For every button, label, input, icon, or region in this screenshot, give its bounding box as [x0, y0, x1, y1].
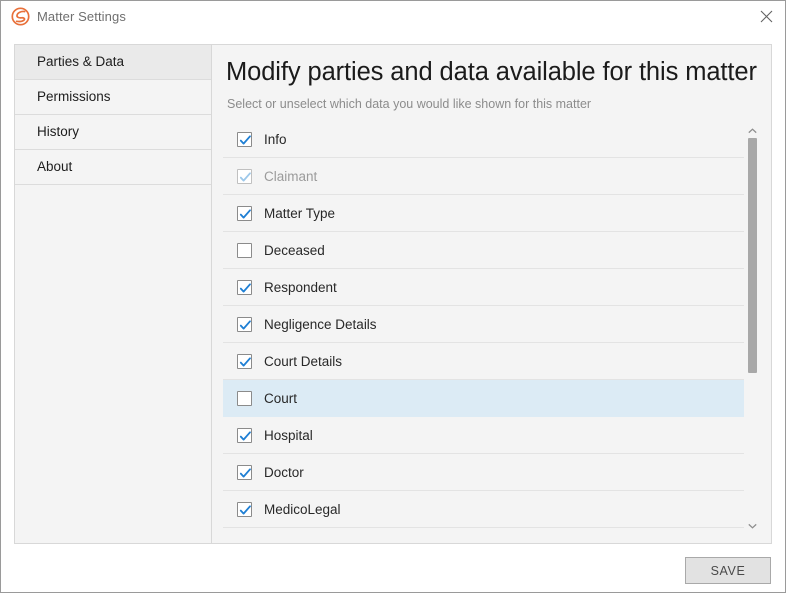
list-item-label: Respondent — [264, 279, 337, 295]
checkbox[interactable] — [237, 316, 252, 332]
list-item-label: Court Details — [264, 353, 343, 369]
list-item[interactable]: Deceased — [223, 232, 744, 269]
list-item[interactable]: Court — [223, 380, 744, 417]
title-bar: Matter Settings — [1, 1, 785, 32]
checkbox[interactable] — [237, 427, 252, 443]
list-item[interactable]: Hospital — [223, 417, 744, 454]
list-item-label: Doctor — [264, 464, 304, 480]
list-item-label: Court — [264, 390, 298, 406]
data-items-region: Info Claimant Matter Type Deceased Responden… — [223, 121, 761, 533]
check-icon — [239, 430, 251, 440]
chevron-up-icon — [748, 121, 757, 139]
check-icon — [239, 208, 251, 218]
checkbox[interactable] — [237, 242, 252, 258]
scrollbar-track[interactable] — [744, 138, 761, 516]
list-item[interactable]: Matter Type — [223, 195, 744, 232]
list-item[interactable]: Info — [223, 121, 744, 158]
checkbox[interactable] — [237, 279, 252, 295]
sidebar-item-parties-and-data[interactable]: Parties & Data — [15, 45, 211, 80]
close-icon — [760, 10, 773, 23]
sidebar-item-history[interactable]: History — [15, 115, 211, 150]
check-icon — [239, 319, 251, 329]
list-item[interactable]: Claimant — [223, 158, 744, 195]
close-button[interactable] — [748, 1, 785, 32]
list-item-label: Deceased — [264, 242, 325, 258]
chevron-down-icon — [748, 516, 757, 534]
checkbox[interactable] — [237, 353, 252, 369]
data-items-list: Info Claimant Matter Type Deceased Responden… — [223, 121, 744, 533]
settings-sidebar: Parties & Data Permissions History About — [14, 44, 212, 544]
list-item-label: Hospital — [264, 427, 313, 443]
dialog-footer: SAVE — [1, 544, 785, 592]
list-item[interactable]: Negligence Details — [223, 306, 744, 343]
check-icon — [239, 356, 251, 366]
check-icon — [239, 171, 251, 181]
page-title: Modify parties and data available for th… — [226, 58, 757, 86]
sidebar-item-permissions[interactable]: Permissions — [15, 80, 211, 115]
scroll-up-button[interactable] — [744, 121, 761, 138]
checkbox[interactable] — [237, 168, 252, 184]
sidebar-item-label: About — [37, 159, 73, 174]
save-button-label: SAVE — [710, 563, 746, 578]
list-item-label: Info — [264, 131, 287, 147]
list-item-label: MedicoLegal — [264, 501, 341, 517]
list-item-label: Matter Type — [264, 205, 336, 221]
list-item-label: Negligence Details — [264, 316, 377, 332]
save-button[interactable]: SAVE — [685, 557, 771, 584]
sidebar-item-label: History — [37, 124, 80, 139]
scrollbar-thumb[interactable] — [748, 138, 757, 373]
check-icon — [239, 134, 251, 144]
sidebar-item-about[interactable]: About — [15, 150, 211, 185]
matter-settings-window: Matter Settings Parties & Data Permissio… — [0, 0, 786, 593]
page-subtitle: Select or unselect which data you would … — [227, 97, 592, 111]
scroll-down-button[interactable] — [744, 516, 761, 533]
check-icon — [239, 504, 251, 514]
dialog-body: Parties & Data Permissions History About… — [1, 32, 785, 592]
list-item[interactable]: MedicoLegal — [223, 491, 744, 528]
sidebar-item-label: Permissions — [37, 89, 111, 104]
checkbox[interactable] — [237, 131, 252, 147]
sidebar-item-label: Parties & Data — [37, 54, 125, 69]
settings-content-panel: Modify parties and data available for th… — [212, 44, 772, 544]
check-icon — [239, 467, 251, 477]
checkbox[interactable] — [237, 501, 252, 517]
check-icon — [239, 282, 251, 292]
spiral-logo-icon — [11, 7, 30, 26]
list-scrollbar[interactable] — [744, 121, 761, 533]
window-title: Matter Settings — [37, 9, 126, 24]
checkbox[interactable] — [237, 464, 252, 480]
list-item-label: Claimant — [264, 168, 318, 184]
list-item[interactable]: Doctor — [223, 454, 744, 491]
checkbox[interactable] — [237, 205, 252, 221]
checkbox[interactable] — [237, 390, 252, 406]
list-item[interactable]: Court Details — [223, 343, 744, 380]
list-item[interactable]: Respondent — [223, 269, 744, 306]
